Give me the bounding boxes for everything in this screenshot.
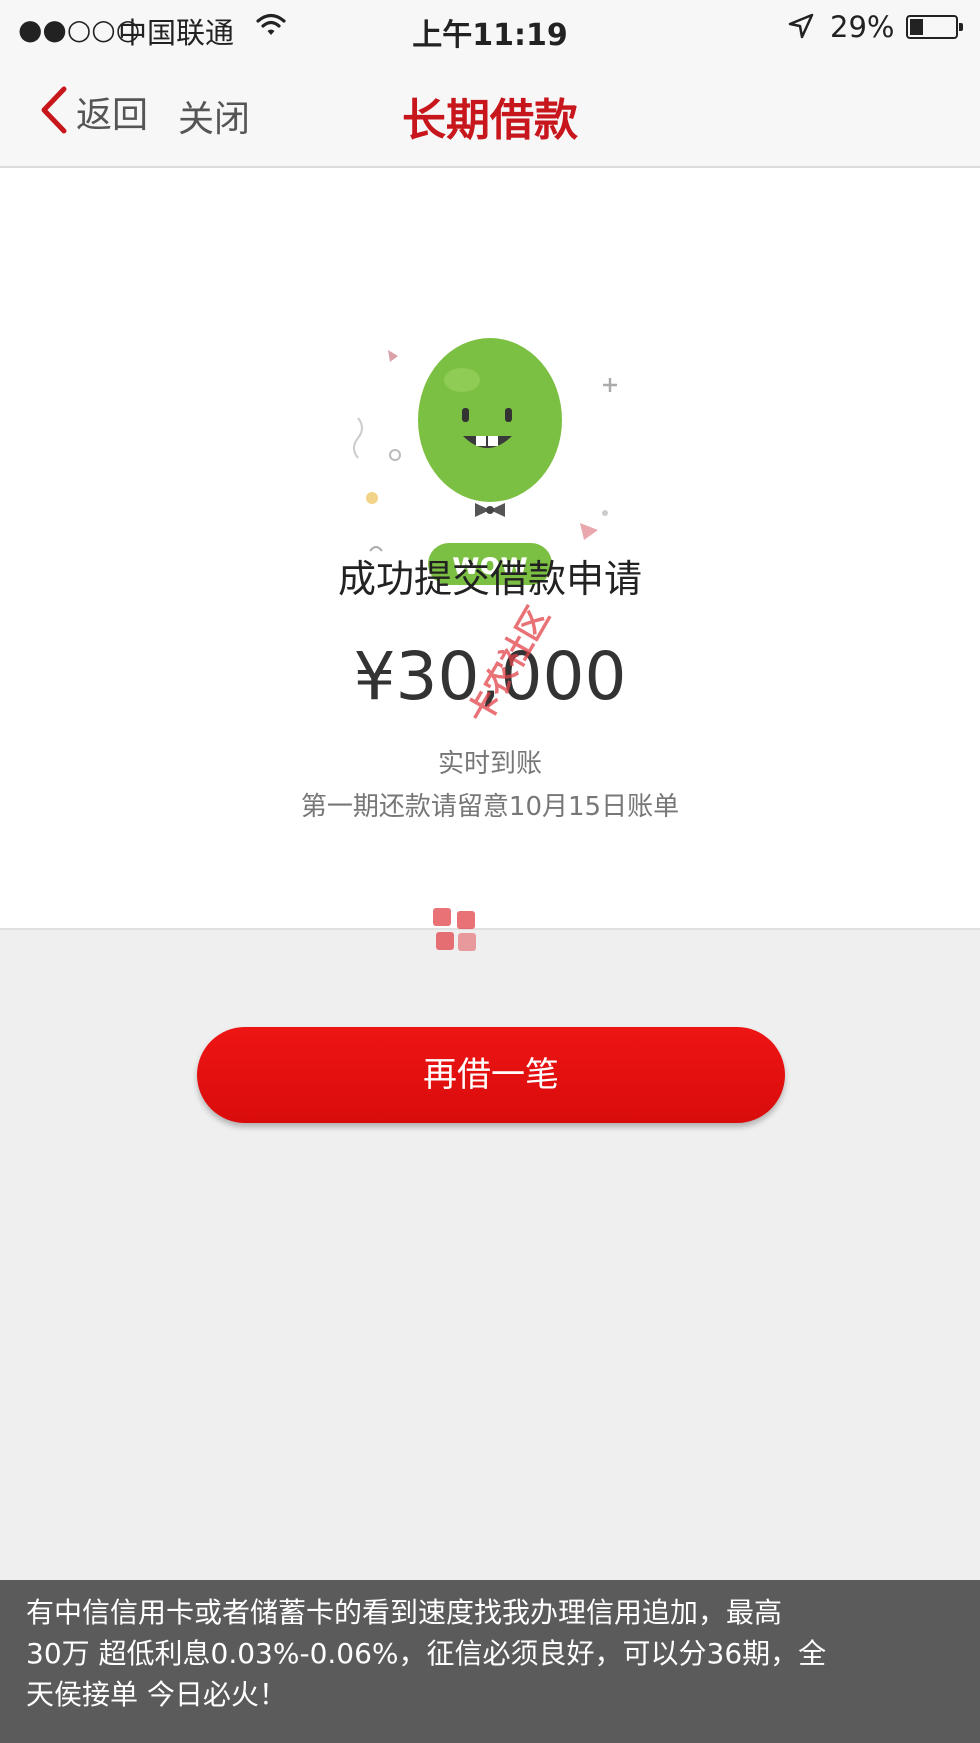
confetti-dot-icon xyxy=(366,492,378,504)
battery-fill xyxy=(910,19,923,35)
repayment-note: 第一期还款请留意10月15日账单 xyxy=(300,792,680,822)
battery-icon xyxy=(906,15,963,39)
page-title: 长期借款 xyxy=(402,95,578,146)
caption-line: 天侯接单 今日必火！ xyxy=(26,1678,287,1711)
success-headline: 成功提交借款申请 xyxy=(337,557,642,601)
navigation-bar: 返回 关闭 长期借款 xyxy=(0,56,980,168)
success-card: wow 成功提交借款申请 ¥30,000 实时到账 第一期还款请留意10月15日… xyxy=(0,168,980,930)
caption-overlay: 有中信信用卡或者储蓄卡的看到速度找我办理信用追加，最高 30万 超低利息0.03… xyxy=(0,1580,980,1743)
confetti-squiggle-icon xyxy=(353,417,363,459)
battery-nub xyxy=(959,23,963,31)
watermark-logo-icon xyxy=(430,905,480,959)
caption-line: 30万 超低利息0.03%-0.06%，征信必须良好，可以分36期，全 xyxy=(26,1637,827,1670)
confetti-triangle-icon xyxy=(388,350,398,362)
status-bar: ●●○○○ 中国联通 上午11:19 29% xyxy=(0,0,980,56)
success-illustration: wow xyxy=(340,258,640,598)
sparkle-icon xyxy=(603,378,617,392)
arrival-note: 实时到账 xyxy=(437,749,542,779)
battery-percentage: 29% xyxy=(830,10,895,44)
location-arrow-icon xyxy=(787,12,815,44)
confetti-circle-icon xyxy=(389,449,401,461)
borrow-again-button[interactable]: 再借一笔 xyxy=(197,1027,785,1123)
balloon-icon xyxy=(418,338,562,502)
caption-line: 有中信信用卡或者储蓄卡的看到速度找我办理信用追加，最高 xyxy=(26,1596,783,1629)
confetti-triangle-icon xyxy=(580,523,598,540)
